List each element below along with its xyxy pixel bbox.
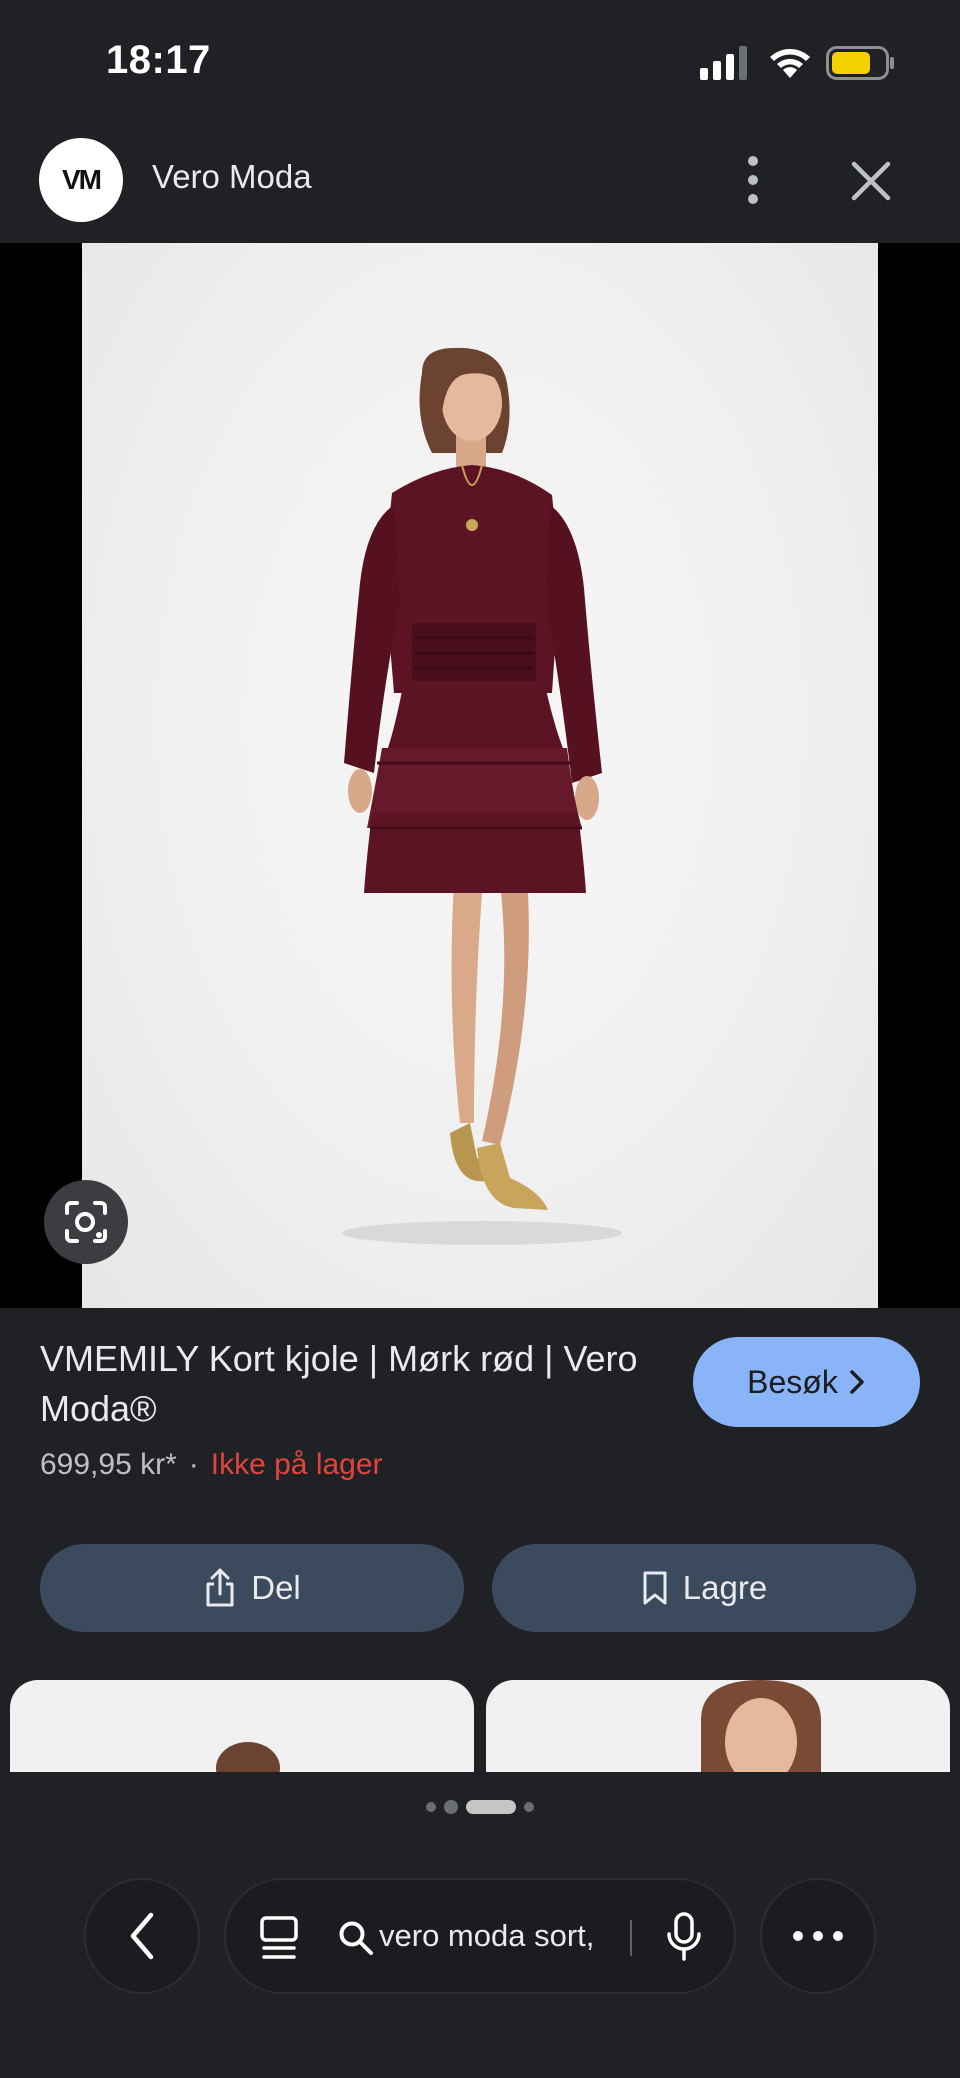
cellular-signal-icon (700, 46, 747, 80)
share-icon (206, 1568, 234, 1607)
dot-icon (833, 1931, 843, 1941)
chevron-left-icon (130, 1912, 154, 1960)
visit-label: Besøk (747, 1363, 838, 1400)
status-time: 18:17 (106, 38, 211, 82)
result-header: VM Vero Moda (0, 130, 960, 244)
save-button[interactable]: Lagre (492, 1544, 916, 1632)
visual-search-button[interactable] (44, 1180, 128, 1264)
carousel-pager (0, 1772, 960, 1842)
text-caret (630, 1920, 632, 1956)
microphone-icon[interactable] (666, 1912, 702, 1962)
more-options-button[interactable] (760, 1878, 876, 1994)
bottom-toolbar: vero moda sort, (0, 1842, 960, 2078)
pager-dot-active[interactable] (466, 1800, 516, 1814)
chevron-right-icon (850, 1370, 864, 1394)
brand-logo-text: VM (62, 164, 102, 195)
product-info: VMEMILY Kort kjole | Mørk rød | Vero Mod… (0, 1308, 960, 1638)
thumbnail-image (216, 1742, 280, 1772)
product-image[interactable] (82, 243, 878, 1308)
pager-dot[interactable] (524, 1802, 534, 1812)
visit-button[interactable]: Besøk (693, 1337, 920, 1427)
dress-model-illustration (342, 347, 622, 1245)
back-button[interactable] (84, 1878, 200, 1994)
related-results (0, 1680, 960, 1772)
search-bar[interactable]: vero moda sort, (224, 1878, 736, 1994)
pager-dot[interactable] (444, 1800, 458, 1814)
more-vert-icon[interactable] (736, 152, 770, 208)
battery-icon (826, 46, 894, 80)
thumbnail-image (701, 1680, 821, 1772)
dot-icon (793, 1931, 803, 1941)
stock-status: Ikke på lager (210, 1448, 383, 1481)
search-icon (339, 1921, 373, 1955)
product-price: 699,95 kr* (40, 1448, 177, 1481)
wifi-icon (770, 49, 810, 78)
brand-logo[interactable]: VM (39, 138, 123, 222)
tabs-icon[interactable] (258, 1916, 300, 1960)
product-title[interactable]: VMEMILY Kort kjole | Mørk rød | Vero Mod… (40, 1334, 660, 1434)
brand-name[interactable]: Vero Moda (152, 158, 312, 196)
status-bar: 18:17 (0, 0, 960, 120)
separator-dot: · (188, 1448, 199, 1481)
close-icon[interactable] (846, 156, 896, 206)
image-viewer[interactable] (0, 243, 960, 1308)
price-line: 699,95 kr* · Ikke på lager (40, 1448, 383, 1482)
share-button[interactable]: Del (40, 1544, 464, 1632)
pager-dot[interactable] (426, 1802, 436, 1812)
save-label: Lagre (682, 1569, 768, 1606)
share-label: Del (251, 1569, 301, 1606)
search-query[interactable]: vero moda sort, (379, 1918, 617, 1954)
lens-icon (65, 1201, 107, 1243)
related-thumbnail[interactable] (486, 1680, 950, 1772)
dot-icon (813, 1931, 823, 1941)
related-thumbnail[interactable] (10, 1680, 474, 1772)
bookmark-icon (643, 1571, 667, 1605)
